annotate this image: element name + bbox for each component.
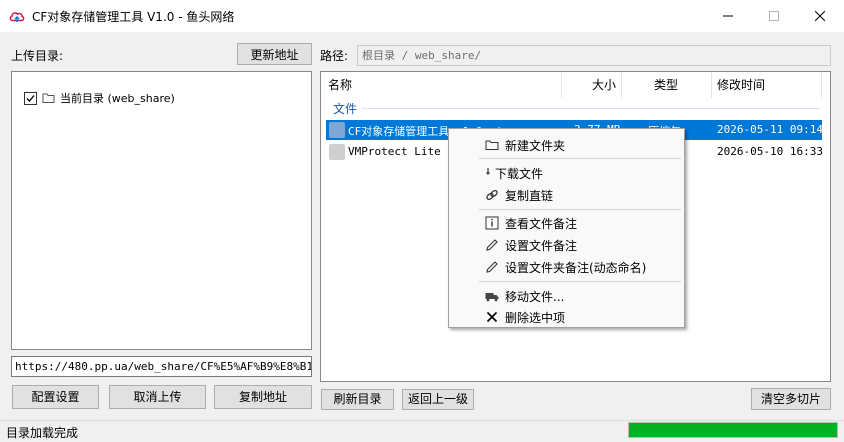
minimize-button[interactable] (705, 0, 751, 32)
menu-item-view-note[interactable]: 查看文件备注 (449, 211, 684, 233)
pencil-icon (485, 238, 499, 252)
file-modified: 2026-05-10 16:33 (717, 145, 823, 158)
menu-item-new-folder[interactable]: 新建文件夹 (449, 133, 684, 155)
menu-item-label: 设置文件夹备注(动态命名) (505, 261, 647, 275)
menu-item-set-folder-note[interactable]: 设置文件夹备注(动态命名) (449, 255, 684, 277)
cancel-upload-button[interactable]: 取消上传 (109, 385, 206, 409)
back-button[interactable]: 返回上一级 (402, 389, 474, 410)
group-divider (362, 108, 820, 109)
pencil-icon (485, 260, 499, 274)
menu-item-move-file[interactable]: 移动文件... (449, 284, 684, 306)
menu-item-label: 下载文件 (495, 167, 544, 181)
column-divider[interactable] (621, 72, 622, 98)
maximize-icon (769, 11, 779, 21)
checkmark-icon (26, 94, 35, 102)
file-modified: 2026-05-11 09:14 (717, 123, 823, 136)
status-text: 目录加载完成 (6, 426, 79, 440)
tree-item-current-dir[interactable]: 当前目录 (web_share) (24, 90, 175, 106)
tree-item-label: 当前目录 (web_share) (60, 92, 175, 105)
file-name: VMProtect Lite 3. (348, 145, 461, 158)
cloud-icon (8, 7, 26, 25)
zip-file-icon (329, 122, 345, 138)
close-icon (485, 310, 499, 324)
column-divider[interactable] (711, 72, 712, 98)
config-button[interactable]: 配置设置 (12, 385, 99, 409)
progress-bar (628, 422, 838, 438)
menu-item-delete[interactable]: 删除选中项 (449, 305, 684, 327)
menu-item-download[interactable]: 下载文件 (449, 161, 684, 183)
path-field: 根目录 / web_share/ (357, 45, 831, 66)
folder-icon (485, 138, 499, 152)
upload-dir-label: 上传目录: (11, 49, 64, 63)
progress-fill (629, 423, 837, 437)
close-icon (815, 11, 825, 21)
menu-separator (479, 281, 681, 282)
copy-address-button[interactable]: 复制地址 (214, 385, 312, 409)
menu-item-label: 复制直链 (505, 189, 554, 203)
column-divider[interactable] (821, 72, 822, 98)
menu-item-label: 新建文件夹 (505, 139, 566, 153)
link-icon (485, 188, 499, 202)
minimize-icon (723, 15, 733, 17)
maximize-button[interactable] (751, 0, 797, 32)
close-button[interactable] (797, 0, 843, 32)
menu-separator (479, 209, 681, 210)
column-header-size[interactable]: 大小 (592, 72, 616, 98)
upload-dir-tree[interactable] (11, 71, 312, 350)
menu-item-label: 查看文件备注 (505, 217, 578, 231)
context-menu: 新建文件夹 下载文件 复制直链 查看文件备注 设置文件备注 设置文件夹备注(动态… (448, 128, 685, 328)
file-icon (329, 144, 345, 160)
clear-parts-button[interactable]: 清空多切片 (751, 388, 831, 410)
refresh-dir-button[interactable]: 刷新目录 (321, 389, 394, 410)
truck-icon (485, 289, 499, 303)
menu-separator (479, 158, 681, 159)
column-header-modified[interactable]: 修改时间 (717, 72, 765, 98)
menu-item-set-file-note[interactable]: 设置文件备注 (449, 233, 684, 255)
checkbox[interactable] (24, 91, 37, 105)
menu-item-label: 设置文件备注 (505, 239, 578, 253)
menu-item-label: 移动文件... (505, 290, 565, 304)
folder-icon (42, 92, 55, 104)
menu-item-copy-link[interactable]: 复制直链 (449, 183, 684, 205)
column-divider[interactable] (561, 72, 562, 98)
url-field[interactable]: https://480.pp.ua/web_share/CF%E5%AF%B9%… (11, 356, 312, 377)
title-bar: CF对象存储管理工具 V1.0 - 鱼头网络 (0, 0, 844, 32)
menu-item-label: 删除选中项 (505, 311, 566, 325)
column-header-name[interactable]: 名称 (328, 72, 352, 98)
group-header: 文件 (333, 102, 358, 116)
refresh-address-button[interactable]: 更新地址 (237, 43, 312, 65)
info-icon (485, 216, 499, 230)
window-title: CF对象存储管理工具 V1.0 - 鱼头网络 (32, 10, 235, 24)
path-label: 路径: (320, 49, 349, 63)
column-header-type[interactable]: 类型 (654, 72, 678, 98)
